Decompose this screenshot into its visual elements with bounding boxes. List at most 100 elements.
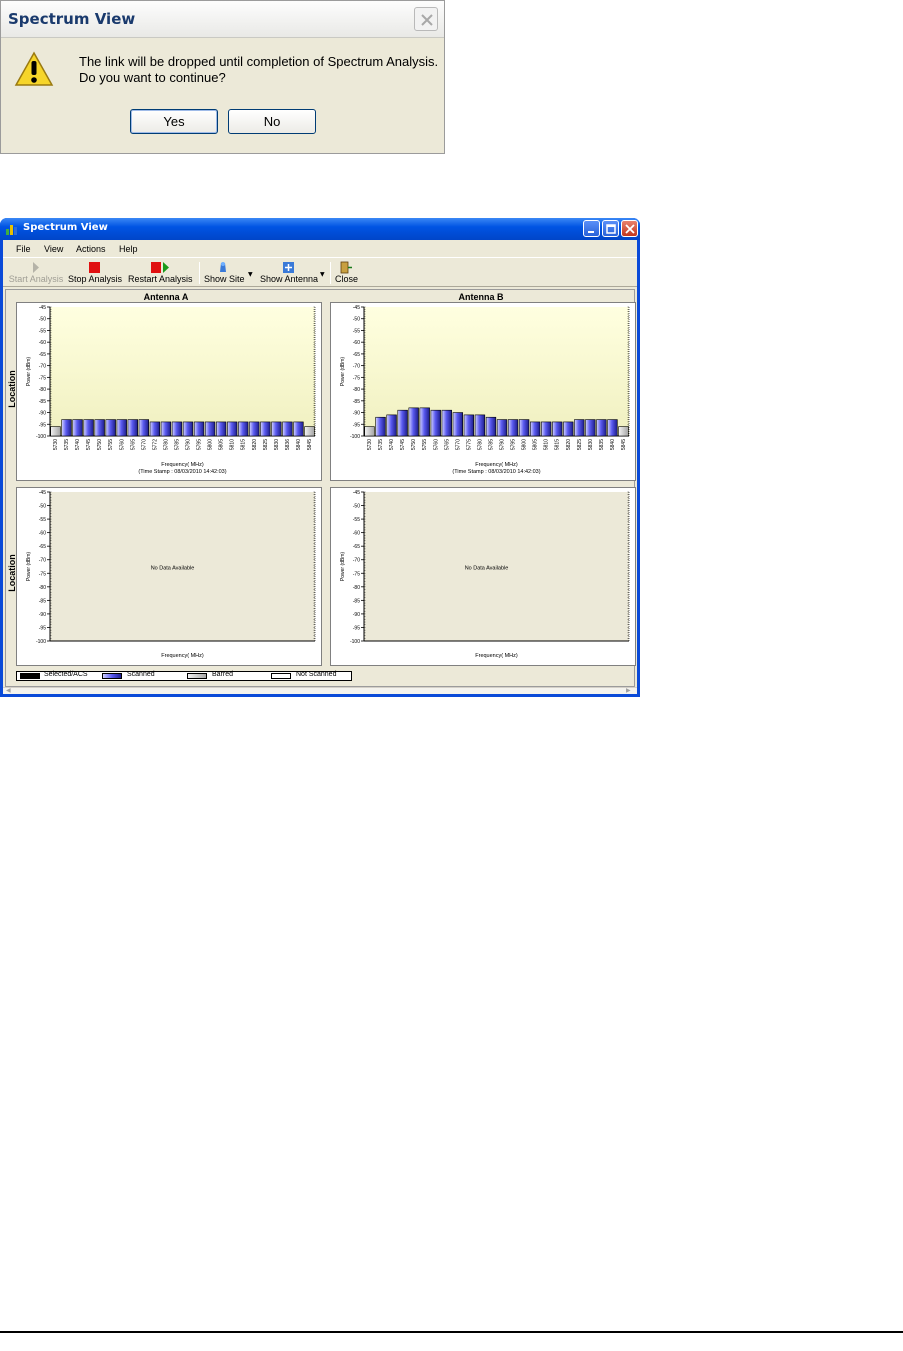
x-tick-label: 5810 [544, 439, 550, 450]
y-tick-label: -75 [39, 375, 46, 381]
bar [72, 419, 83, 437]
bar [596, 419, 607, 437]
x-tick-label: 5840 [610, 439, 616, 450]
bar [386, 414, 397, 437]
start-analysis-button[interactable]: Start Analysis [6, 261, 66, 284]
restart-analysis-button[interactable]: Restart Analysis [128, 261, 193, 284]
y-tick-label: -50 [39, 504, 46, 510]
window-titlebar[interactable]: Spectrum View [0, 218, 640, 240]
show-antenna-label: Show Antenna [259, 274, 319, 284]
y-tick-label: -90 [39, 411, 46, 417]
x-tick-label: 5830 [274, 439, 280, 450]
dialog-title: Spectrum View [8, 10, 136, 28]
toolbar: Start Analysis Stop Analysis Restart Ana… [3, 259, 637, 287]
x-tick-label: 5780 [163, 439, 169, 450]
y-tick-label: -90 [353, 612, 360, 618]
bar [419, 407, 430, 437]
y-tick-label: -50 [39, 317, 46, 323]
antenna-b-title: Antenna B [458, 292, 504, 302]
show-site-button[interactable]: Show Site [204, 261, 245, 284]
bar [607, 419, 618, 437]
x-tick-label: 5755 [422, 439, 428, 450]
y-tick-label: -45 [353, 490, 360, 496]
x-tick-label: 5795 [197, 439, 203, 450]
y-axis-label: Power (dBm) [26, 357, 32, 387]
y-tick-label: -55 [353, 328, 360, 334]
yes-button[interactable]: Yes [130, 109, 218, 134]
scroll-right-icon[interactable]: ▶ [626, 687, 631, 694]
bar [193, 421, 205, 437]
spectrum-chart: -45 -50 -55 -60 -65 -70 -75 -80 -85 -90 -95 -100 Pow… [340, 305, 630, 475]
bar [204, 421, 216, 437]
y-tick-label: -80 [39, 387, 46, 393]
bar [430, 409, 441, 437]
x-tick-label: 5800 [208, 439, 214, 450]
bar [293, 421, 304, 437]
y-tick-label: -70 [39, 364, 46, 370]
scroll-left-icon[interactable]: ◀ [6, 687, 11, 694]
x-tick-label: 5765 [444, 439, 450, 450]
y-tick-label: -100 [350, 434, 360, 440]
spectrum-view-window: Spectrum View File View Actions Help Sta… [0, 218, 640, 697]
x-tick-label: 5805 [533, 439, 539, 450]
x-tick-label: 5760 [119, 439, 125, 450]
y-axis-label: Power (dBm) [340, 552, 346, 582]
close-window-button[interactable] [621, 220, 638, 237]
horizontal-scrollbar[interactable]: ◀ ▶ [3, 687, 637, 694]
bar [149, 421, 161, 437]
show-antenna-button[interactable]: Show Antenna [258, 261, 320, 284]
toolbar-separator [199, 262, 200, 284]
bar [61, 419, 72, 437]
stop-icon [89, 262, 100, 273]
x-axis-label: Frequency( MHz) [161, 462, 204, 468]
menu-help[interactable]: Help [119, 244, 138, 254]
spectrum-content: Antenna A Antenna B Location Location -4… [5, 289, 636, 687]
bar [574, 419, 585, 437]
y-tick-label: -80 [353, 387, 360, 393]
x-tick-label: 5815 [555, 439, 561, 450]
menu-file[interactable]: File [16, 244, 31, 254]
x-tick-label: 5790 [186, 439, 192, 450]
x-tick-label: 5845 [621, 439, 627, 450]
show-site-label: Show Site [204, 274, 245, 284]
show-antenna-dropdown-icon[interactable]: ▼ [320, 271, 325, 278]
stop-analysis-button[interactable]: Stop Analysis [68, 261, 122, 284]
legend-label-not-scanned: Not Scanned [296, 671, 337, 678]
dialog-titlebar: Spectrum View [1, 1, 444, 38]
y-tick-label: -75 [353, 571, 360, 577]
x-tick-label: 5770 [141, 439, 147, 450]
y-tick-label: -65 [39, 544, 46, 550]
y-tick-label: -100 [36, 639, 46, 645]
maximize-button[interactable] [602, 220, 619, 237]
bar [249, 421, 260, 437]
bar [452, 412, 464, 437]
y-tick-label: -100 [350, 639, 360, 645]
show-site-dropdown-icon[interactable]: ▼ [248, 271, 253, 278]
x-tick-label: 5750 [97, 439, 103, 450]
timestamp-label: (Time Stamp : 08/03/2010 14:42:03) [138, 469, 226, 475]
y-tick-label: -65 [353, 544, 360, 550]
menu-view[interactable]: View [44, 244, 63, 254]
dialog-message: The link will be dropped until completio… [79, 54, 438, 86]
y-tick-label: -50 [353, 317, 360, 323]
bar [474, 414, 486, 437]
bar [238, 421, 249, 437]
y-tick-label: -100 [36, 434, 46, 440]
y-tick-label: -65 [39, 352, 46, 358]
minimize-button[interactable] [583, 220, 600, 237]
menu-actions[interactable]: Actions [76, 244, 106, 254]
legend-swatch-scanned [102, 673, 122, 679]
dialog-close-button[interactable] [414, 7, 438, 31]
x-tick-label: 5785 [488, 439, 494, 450]
legend-swatch-not-scanned [271, 673, 291, 679]
x-tick-label: 5795 [511, 439, 517, 450]
close-button[interactable]: Close [335, 261, 358, 284]
y-tick-label: -55 [39, 517, 46, 523]
menubar: File View Actions Help [3, 240, 637, 258]
close-label: Close [335, 274, 359, 284]
chart-panel-a-top: -45 -50 -55 -60 -65 -70 -75 -80 -85 -90 -95 -100 Pow… [16, 302, 322, 481]
window-client: File View Actions Help Start Analysis St… [3, 240, 637, 694]
bar [541, 421, 552, 437]
legend-swatch-selected [20, 673, 40, 679]
no-button[interactable]: No [228, 109, 316, 134]
